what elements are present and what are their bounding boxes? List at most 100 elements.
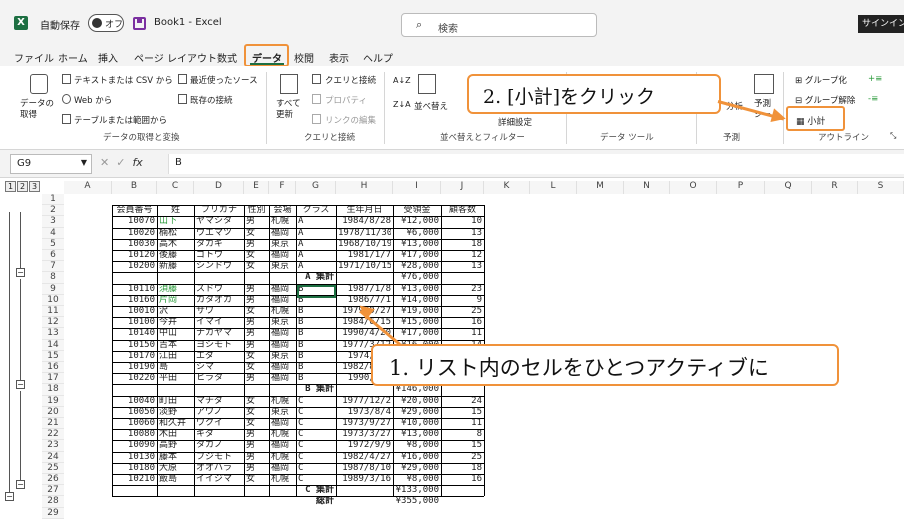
table-cell[interactable]: 16 (443, 474, 482, 485)
table-cell[interactable]: 10160 (114, 295, 155, 306)
table-cell[interactable]: ¥15,000 (395, 317, 439, 328)
table-cell[interactable]: C (298, 418, 334, 429)
table-cell[interactable]: C (298, 474, 334, 485)
table-cell[interactable]: 1984/8/28 (338, 216, 391, 227)
column-header[interactable]: D (194, 181, 244, 194)
table-cell[interactable]: エダ (196, 351, 242, 362)
collapse-button[interactable]: − (16, 379, 25, 389)
column-header[interactable]: J (441, 181, 484, 194)
tab-view[interactable]: 表示 (329, 50, 349, 65)
table-cell[interactable]: 高野 (159, 440, 192, 451)
table-cell[interactable]: B (298, 351, 334, 362)
column-header[interactable]: C (157, 181, 194, 194)
row-header[interactable]: 1 (42, 194, 64, 206)
table-cell[interactable]: 男 (246, 429, 267, 440)
table-cell[interactable]: 10150 (114, 340, 155, 351)
table-cell[interactable]: C (298, 452, 334, 463)
table-cell[interactable]: 10180 (114, 463, 155, 474)
table-cell[interactable]: A (298, 216, 334, 227)
table-cell[interactable]: ¥13,000 (395, 429, 439, 440)
table-cell[interactable]: A (298, 250, 334, 261)
table-cell[interactable]: B (298, 328, 334, 339)
row-header[interactable]: 23 (42, 440, 64, 452)
table-cell[interactable]: B (298, 306, 334, 317)
ungroup-rows-button[interactable]: ⊟ グループ解除 (795, 94, 855, 106)
table-cell[interactable]: 東京 (271, 261, 294, 272)
column-header[interactable]: B (112, 181, 157, 194)
sort-za-icon[interactable]: Z↓A (393, 100, 411, 109)
table-cell[interactable]: ¥17,000 (395, 250, 439, 261)
table-cell[interactable]: B 集計 (298, 384, 334, 395)
existing-connections-button[interactable]: 既存の接続 (190, 94, 233, 106)
table-cell[interactable]: 須藤 (159, 284, 192, 295)
table-cell[interactable]: 1968/10/19 (338, 239, 391, 250)
table-cell[interactable]: 福岡 (271, 418, 294, 429)
table-cell[interactable]: 江田 (159, 351, 192, 362)
table-cell[interactable]: 13 (443, 261, 482, 272)
table-cell[interactable]: ヒラタ (196, 373, 242, 384)
table-cell[interactable]: 1987/1/8 (338, 284, 391, 295)
table-cell[interactable]: 10040 (114, 396, 155, 407)
table-cell[interactable]: 福岡 (271, 250, 294, 261)
table-cell[interactable]: C 集計 (298, 485, 334, 496)
table-cell[interactable]: マチダ (196, 396, 242, 407)
table-cell[interactable]: 高木 (159, 239, 192, 250)
table-cell[interactable]: 女 (246, 474, 267, 485)
outline-level-1-button[interactable]: 1 (5, 181, 16, 192)
table-cell[interactable]: 18 (443, 463, 482, 474)
row-header[interactable]: 7 (42, 261, 64, 273)
table-cell[interactable]: ヤマシタ (196, 216, 242, 227)
collapse-button[interactable]: − (16, 267, 25, 277)
row-header[interactable]: 2 (42, 205, 64, 217)
table-cell[interactable]: A (298, 239, 334, 250)
table-cell[interactable]: 女 (246, 418, 267, 429)
table-cell[interactable]: 25 (443, 452, 482, 463)
table-cell[interactable]: 女 (246, 261, 267, 272)
table-cell[interactable]: 男 (246, 340, 267, 351)
table-cell[interactable]: 平田 (159, 373, 192, 384)
table-cell[interactable]: 1981/1/7 (338, 250, 391, 261)
table-cell[interactable]: 1973/8/4 (338, 407, 391, 418)
table-cell[interactable]: キダ (196, 429, 242, 440)
outline-level-3-button[interactable]: 3 (29, 181, 40, 192)
table-cell[interactable]: 1982/4/27 (338, 452, 391, 463)
table-cell[interactable]: カタオカ (196, 295, 242, 306)
table-cell[interactable]: 女 (246, 407, 267, 418)
table-cell[interactable]: 10060 (114, 418, 155, 429)
table-cell[interactable]: 男 (246, 239, 267, 250)
table-cell[interactable]: 10020 (114, 228, 155, 239)
table-cell[interactable]: C (298, 407, 334, 418)
table-cell[interactable]: ¥14,000 (395, 295, 439, 306)
column-header[interactable]: G (296, 181, 336, 194)
tab-file[interactable]: ファイル (14, 50, 54, 65)
table-cell[interactable]: 12 (443, 250, 482, 261)
table-cell[interactable]: 受領金 (395, 205, 439, 216)
table-cell[interactable]: 男 (246, 463, 267, 474)
table-cell[interactable]: 藤本 (159, 452, 192, 463)
table-cell[interactable]: 11 (443, 328, 482, 339)
table-cell[interactable]: 10140 (114, 328, 155, 339)
row-header[interactable]: 3 (42, 216, 64, 228)
table-cell[interactable]: 顧客数 (443, 205, 482, 216)
table-cell[interactable]: 福岡 (271, 284, 294, 295)
table-cell[interactable]: 1971/10/15 (338, 261, 391, 272)
table-cell[interactable]: 会員番号 (114, 205, 155, 216)
table-cell[interactable]: 札幌 (271, 216, 294, 227)
table-cell[interactable]: 吉本 (159, 340, 192, 351)
column-header[interactable]: Q (765, 181, 812, 194)
from-csv-button[interactable]: テキストまたは CSV から (74, 74, 173, 86)
table-cell[interactable]: ¥13,000 (395, 239, 439, 250)
table-cell[interactable]: 福岡 (271, 340, 294, 351)
table-cell[interactable]: ¥355,000 (395, 496, 439, 507)
row-header[interactable]: 9 (42, 283, 64, 295)
table-cell[interactable]: 札幌 (271, 306, 294, 317)
table-cell[interactable]: C (298, 463, 334, 474)
table-cell[interactable]: 新藤 (159, 261, 192, 272)
table-cell[interactable]: 大原 (159, 463, 192, 474)
queries-connections-button[interactable]: クエリと接続 (325, 74, 376, 86)
edit-links-button[interactable]: リンクの編集 (325, 114, 376, 126)
table-cell[interactable]: 男 (246, 452, 267, 463)
confirm-icon[interactable]: ✓ (116, 156, 125, 169)
row-header[interactable]: 25 (42, 462, 64, 474)
table-cell[interactable]: 10120 (114, 250, 155, 261)
